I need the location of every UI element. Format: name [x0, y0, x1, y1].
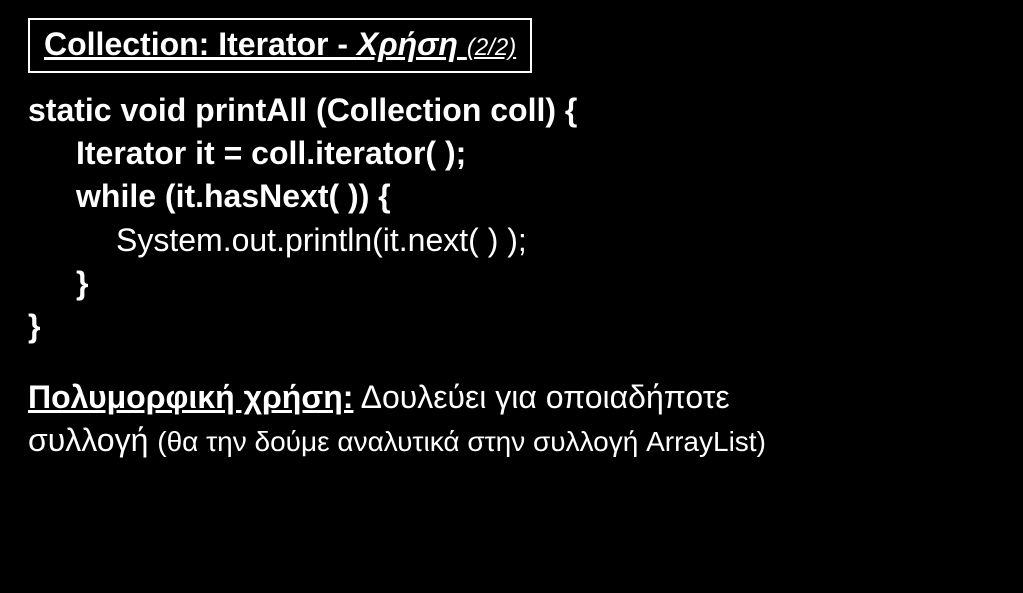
title-part3: (2/2)	[467, 34, 516, 61]
title-part1: Collection: Iterator -	[44, 26, 357, 62]
code-line-3: while (it.hasNext( )) {	[76, 175, 995, 218]
code-line-4: System.out.println(it.next( ) );	[116, 219, 995, 262]
footer-label: Πολυμορφική χρήση:	[28, 379, 353, 415]
footer-text1: Δουλεύει για οποιαδήποτε	[353, 379, 729, 415]
footer-line-1: Πολυμορφική χρήση: Δουλεύει για οποιαδήπ…	[28, 376, 995, 419]
footer-text2b: (θα την δούμε αναλυτικά στην συλλογή Arr…	[157, 426, 766, 457]
footer-text: Πολυμορφική χρήση: Δουλεύει για οποιαδήπ…	[28, 376, 995, 462]
code-line-1: static void printAll (Collection coll) {	[28, 89, 995, 132]
code-line-6: }	[28, 305, 995, 348]
code-line-5: }	[76, 262, 995, 305]
code-block: static void printAll (Collection coll) {…	[28, 89, 995, 348]
title-part2: Χρήση	[357, 26, 467, 62]
slide-title-box: Collection: Iterator - Χρήση (2/2)	[28, 18, 532, 73]
footer-text2a: συλλογή	[28, 422, 157, 458]
code-line-2: Iterator it = coll.iterator( );	[76, 132, 995, 175]
footer-line-2: συλλογή (θα την δούμε αναλυτικά στην συλ…	[28, 419, 995, 462]
